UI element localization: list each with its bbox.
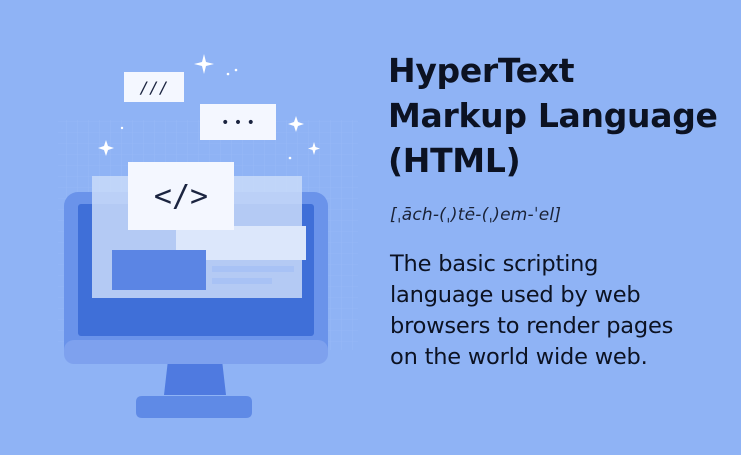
monitor-chin xyxy=(64,340,328,364)
definition-text: The basic scripting language used by web… xyxy=(390,249,733,373)
screen-panel-dark xyxy=(112,250,206,290)
monitor-stand xyxy=(164,360,226,395)
title-line: (HTML) xyxy=(388,141,521,180)
definition-line: on the world wide web. xyxy=(390,344,648,370)
dots-bubble-text: • • • xyxy=(221,115,255,131)
title-line: Markup Language xyxy=(388,96,718,135)
definition-line: language used by web xyxy=(390,282,641,308)
monitor-base xyxy=(136,396,252,418)
computer-monitor-illustration: </> /// • • • xyxy=(58,54,358,418)
screen-line-1 xyxy=(212,266,294,272)
pronunciation: [ˌāch-(ˌ)tē-(ˌ)em-ˈel] xyxy=(390,205,562,225)
page-title: HyperText Markup Language (HTML) xyxy=(388,48,733,183)
title-line: HyperText xyxy=(388,51,575,90)
code-tag-symbol: </> xyxy=(154,179,208,214)
slash-bubble-text: /// xyxy=(140,78,169,97)
definition-line: browsers to render pages xyxy=(390,313,674,339)
definition-block: HyperText Markup Language (HTML) [ˌāch-(… xyxy=(388,48,733,373)
screen-line-2 xyxy=(212,278,272,284)
definition-line: The basic scripting xyxy=(390,251,599,277)
